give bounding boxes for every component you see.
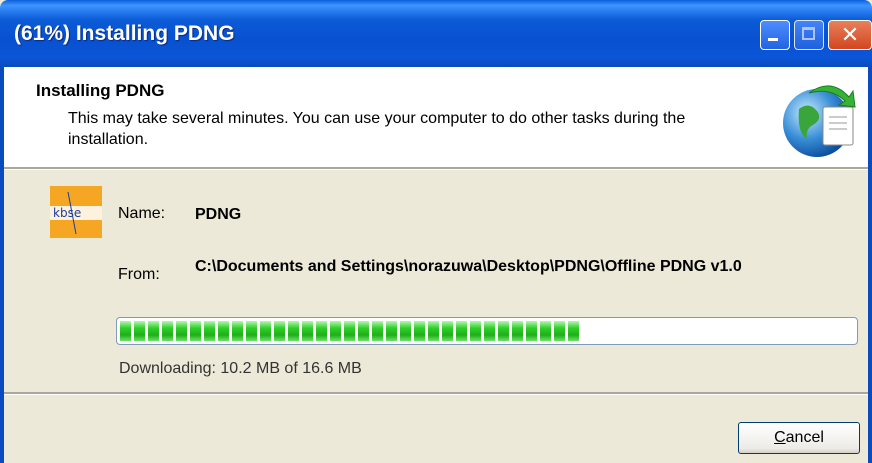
minimize-button[interactable] — [760, 20, 790, 50]
from-label: From: — [118, 266, 160, 283]
progress-segment — [316, 321, 327, 341]
progress-segment — [120, 321, 131, 341]
progress-segment — [274, 321, 285, 341]
header-title: Installing PDNG — [36, 81, 165, 100]
download-status: Downloading: 10.2 MB of 16.6 MB — [119, 360, 362, 377]
progress-segment — [456, 321, 467, 341]
progress-fill — [120, 321, 582, 341]
progress-segment — [358, 321, 369, 341]
cancel-accelerator: C — [774, 429, 786, 446]
footer-separator — [4, 392, 868, 395]
window-border-right — [868, 67, 872, 463]
installer-window: (61%) Installing PDNG ✕ Installing PDNG … — [0, 0, 872, 463]
close-button[interactable]: ✕ — [828, 20, 872, 50]
header-separator — [4, 167, 868, 170]
progress-segment — [190, 321, 201, 341]
progress-segment — [386, 321, 397, 341]
progress-segment — [526, 321, 537, 341]
progress-segment — [148, 321, 159, 341]
progress-segment — [554, 321, 565, 341]
cancel-button[interactable]: Cancel — [738, 422, 860, 454]
progress-segment — [484, 321, 495, 341]
cancel-label: ancel — [785, 429, 824, 446]
progress-segment — [288, 321, 299, 341]
header-description: This may take several minutes. You can u… — [68, 110, 686, 148]
progress-segment — [246, 321, 257, 341]
title-bar[interactable]: (61%) Installing PDNG ✕ — [0, 0, 872, 67]
progress-segment — [344, 321, 355, 341]
progress-segment — [414, 321, 425, 341]
kbse-logo-icon: kbse — [50, 186, 102, 238]
name-label: Name: — [118, 205, 166, 222]
progress-segment — [134, 321, 145, 341]
progress-segment — [330, 321, 341, 341]
minimize-icon — [768, 38, 778, 41]
name-value: PDNG — [195, 206, 242, 223]
progress-segment — [302, 321, 313, 341]
progress-bar — [116, 317, 858, 345]
close-icon: ✕ — [840, 22, 860, 47]
progress-segment — [372, 321, 383, 341]
progress-segment — [400, 321, 411, 341]
from-value: C:\Documents and Settings\norazuwa\Deskt… — [195, 258, 742, 275]
progress-segment — [162, 321, 173, 341]
progress-segment — [442, 321, 453, 341]
maximize-button[interactable] — [794, 20, 824, 50]
progress-segment — [512, 321, 523, 341]
progress-segment — [428, 321, 439, 341]
progress-segment — [218, 321, 229, 341]
progress-segment — [568, 321, 579, 341]
progress-segment — [470, 321, 481, 341]
progress-segment — [498, 321, 509, 341]
svg-text:kbse: kbse — [53, 206, 81, 220]
progress-segment — [260, 321, 271, 341]
progress-segment — [232, 321, 243, 341]
progress-segment — [204, 321, 215, 341]
window-title: (61%) Installing PDNG — [14, 22, 235, 45]
progress-segment — [540, 321, 551, 341]
globe-icon — [783, 85, 856, 157]
progress-segment — [176, 321, 187, 341]
maximize-icon — [802, 27, 815, 40]
header-panel: Installing PDNG This may take several mi… — [4, 67, 868, 167]
